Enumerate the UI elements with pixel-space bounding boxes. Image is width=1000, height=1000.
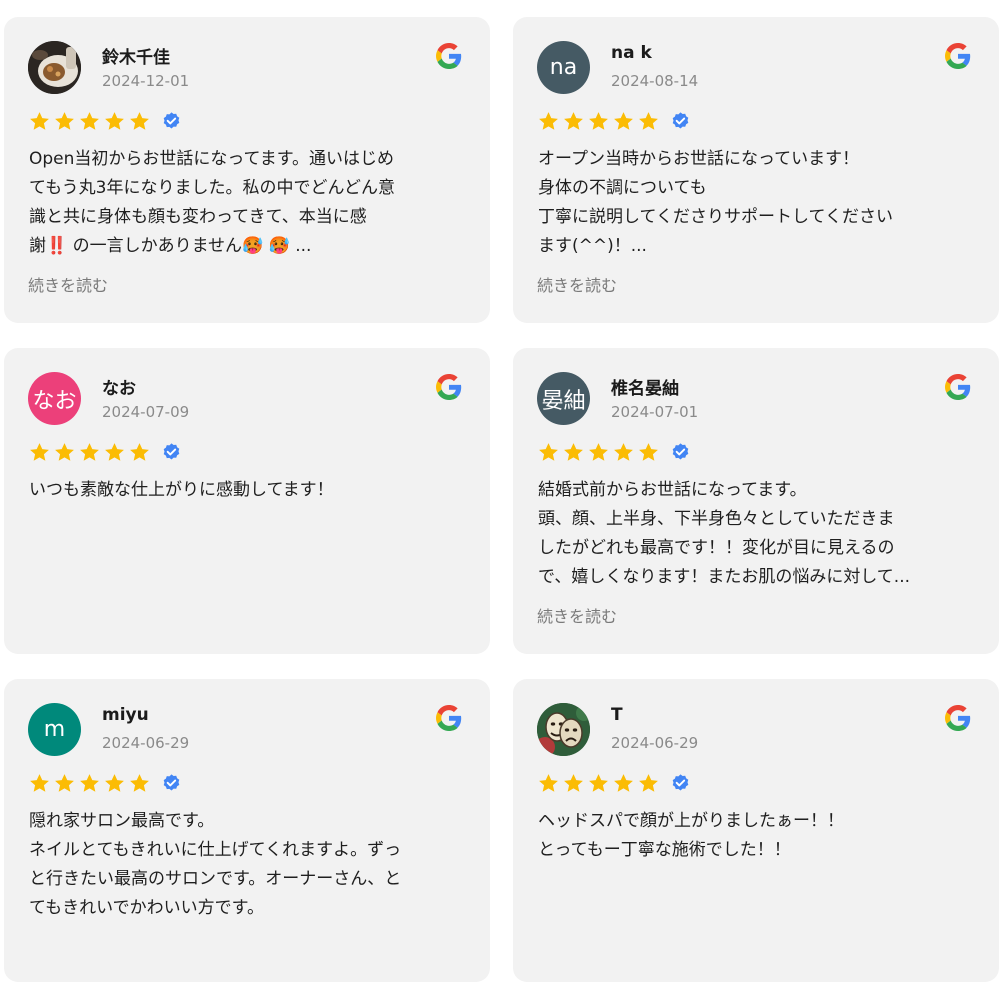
review-card: m miyu 2024-06-29 隠れ家サロン最高です。 ネイルとてもきれいに… — [4, 679, 490, 982]
star-icon — [105, 443, 124, 461]
star-icon — [30, 774, 49, 792]
star-rating — [537, 441, 691, 464]
review-date: 2024-08-14 — [611, 72, 699, 90]
star-icon — [55, 443, 74, 461]
verified-badge-icon — [672, 443, 689, 460]
star-rating — [28, 110, 182, 133]
reviewer-name: miyu — [102, 705, 149, 725]
star-icon — [539, 443, 558, 461]
review-text: 隠れ家サロン最高です。 ネイルとてもきれいに仕上げてくれますよ。ずっ と行きたい… — [29, 811, 402, 918]
star-icon — [105, 774, 124, 792]
star-icon — [589, 774, 608, 792]
star-icon — [130, 774, 149, 792]
star-icon — [564, 443, 583, 461]
star-icon — [539, 774, 558, 792]
star-icon — [614, 774, 633, 792]
google-icon — [436, 705, 462, 731]
review-card: なお なお 2024-07-09 いつも素敵な仕上がりに感動してます！ — [4, 348, 490, 654]
avatar-initials: 晏紬 — [541, 388, 586, 414]
star-icon — [614, 443, 633, 461]
review-card: na na k 2024-08-14 オープン当時からお世話になっています！ 身… — [513, 17, 999, 323]
star-icon — [105, 112, 124, 130]
read-more-link[interactable]: 続きを読む — [537, 272, 617, 296]
star-icon — [130, 112, 149, 130]
star-rating — [537, 110, 691, 133]
avatar-photo — [537, 703, 590, 756]
review-text: Open当初からお世話になってます。通いはじめ てもう丸3年になりました。私の中… — [29, 149, 395, 256]
google-icon — [436, 43, 462, 69]
star-icon — [639, 443, 658, 461]
star-icon — [539, 112, 558, 130]
google-icon — [945, 43, 971, 69]
star-icon — [130, 443, 149, 461]
avatar-initials: m — [43, 717, 66, 742]
review-card: T 2024-06-29 ヘッドスパで顔が上がりましたぁー！！ とってもー丁寧な… — [513, 679, 999, 982]
avatar-initials: na — [549, 55, 578, 80]
avatar: なお — [28, 372, 81, 425]
review-card: 晏紬 椎名晏紬 2024-07-01 結婚式前からお世話になってます。 頭、顔、… — [513, 348, 999, 654]
verified-badge-icon — [672, 774, 689, 791]
star-icon — [589, 443, 608, 461]
reviewer-name: 鈴木千佳 — [102, 48, 170, 68]
reviewer-name: T — [611, 705, 623, 725]
verified-badge-icon — [163, 774, 180, 791]
avatar-photo — [28, 41, 81, 94]
star-icon — [80, 443, 99, 461]
verified-badge-icon — [163, 443, 180, 460]
avatar — [28, 41, 81, 94]
star-rating — [28, 772, 182, 795]
star-icon — [564, 112, 583, 130]
google-icon — [436, 374, 462, 400]
review-date: 2024-07-01 — [611, 403, 699, 421]
star-icon — [589, 112, 608, 130]
star-icon — [639, 774, 658, 792]
verified-badge-icon — [672, 112, 689, 129]
star-icon — [614, 112, 633, 130]
review-card: 鈴木千佳 2024-12-01 Open当初からお世話になってます。通いはじめ … — [4, 17, 490, 323]
review-text: オープン当時からお世話になっています！ 身体の不調についても 丁寧に説明してくだ… — [538, 149, 893, 256]
star-icon — [30, 443, 49, 461]
review-date: 2024-07-09 — [102, 403, 190, 421]
read-more-link[interactable]: 続きを読む — [537, 603, 617, 627]
verified-badge-icon — [163, 112, 180, 129]
star-icon — [80, 774, 99, 792]
read-more-link[interactable]: 続きを読む — [28, 272, 108, 296]
reviewer-name: なお — [102, 379, 136, 399]
star-icon — [55, 774, 74, 792]
avatar: m — [28, 703, 81, 756]
review-text: いつも素敵な仕上がりに感動してます！ — [29, 480, 334, 500]
star-icon — [564, 774, 583, 792]
reviewer-name: na k — [611, 43, 652, 63]
star-icon — [55, 112, 74, 130]
review-text: ヘッドスパで顔が上がりましたぁー！！ とってもー丁寧な施術でした！！ — [538, 811, 844, 860]
google-icon — [945, 705, 971, 731]
avatar-initials: なお — [32, 388, 77, 414]
google-icon — [945, 374, 971, 400]
star-rating — [537, 772, 691, 795]
review-date: 2024-12-01 — [102, 72, 190, 90]
reviewer-name: 椎名晏紬 — [611, 379, 679, 399]
avatar: na — [537, 41, 590, 94]
avatar: 晏紬 — [537, 372, 590, 425]
review-text: 結婚式前からお世話になってます。 頭、顔、上半身、下半身色々としていただきま し… — [538, 480, 911, 587]
star-rating — [28, 441, 182, 464]
star-icon — [80, 112, 99, 130]
star-icon — [30, 112, 49, 130]
review-date: 2024-06-29 — [611, 734, 699, 752]
star-icon — [639, 112, 658, 130]
avatar — [537, 703, 590, 756]
review-date: 2024-06-29 — [102, 734, 190, 752]
